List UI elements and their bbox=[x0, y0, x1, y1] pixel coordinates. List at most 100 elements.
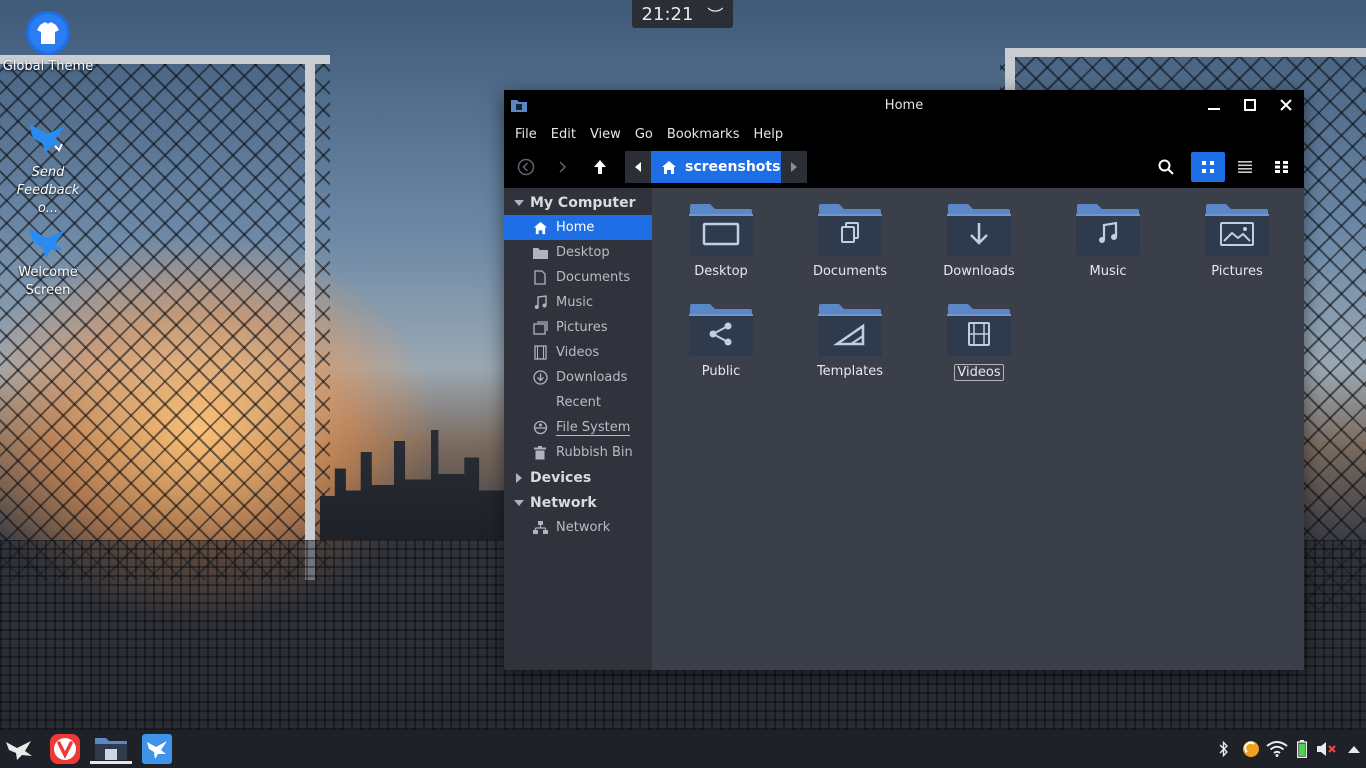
window-titlebar[interactable]: Home bbox=[504, 90, 1304, 120]
desktop-icon-send-feedback[interactable]: Send Feedback o... bbox=[0, 116, 96, 218]
sidebar-item-label: Desktop bbox=[556, 245, 610, 260]
breadcrumb-current[interactable]: screenshots bbox=[651, 151, 781, 183]
feedback-launcher[interactable] bbox=[140, 734, 174, 764]
close-button[interactable] bbox=[1268, 90, 1304, 120]
sidebar-item-music[interactable]: Music bbox=[504, 290, 652, 315]
sidebar-item-label: Downloads bbox=[556, 370, 628, 385]
wallpaper-skyline bbox=[320, 430, 505, 540]
sidebar-item-pictures[interactable]: Pictures bbox=[504, 315, 652, 340]
sidebar-item-network[interactable]: Network bbox=[504, 515, 652, 540]
sidebar-item-recent[interactable]: Recent bbox=[504, 390, 652, 415]
share-icon bbox=[689, 304, 753, 356]
menu-bookmarks[interactable]: Bookmarks bbox=[660, 127, 747, 142]
feedback-icon bbox=[142, 734, 172, 764]
folder-label: Videos bbox=[954, 364, 1004, 381]
home-icon bbox=[533, 221, 547, 234]
sidebar-item-desktop[interactable]: Desktop bbox=[504, 240, 652, 265]
monitor-icon bbox=[689, 204, 753, 256]
sidebar: My Computer Home Desktop Documents Music… bbox=[504, 188, 652, 670]
folder-public[interactable]: Public bbox=[666, 302, 776, 379]
folder-templates[interactable]: Templates bbox=[795, 302, 905, 379]
list-view-button[interactable] bbox=[1228, 152, 1262, 182]
bluetooth-tray[interactable] bbox=[1215, 738, 1233, 760]
file-manager-task[interactable] bbox=[90, 734, 132, 764]
search-icon bbox=[1158, 159, 1174, 175]
file-view[interactable]: Desktop Documents Downloads Music Pictur… bbox=[652, 188, 1304, 670]
sidebar-section-devices[interactable]: Devices bbox=[504, 465, 652, 490]
folder-icon bbox=[511, 100, 527, 112]
update-icon bbox=[1243, 741, 1259, 757]
minimize-button[interactable] bbox=[1196, 90, 1232, 120]
menu-edit[interactable]: Edit bbox=[544, 127, 583, 142]
sidebar-item-label: Home bbox=[556, 220, 595, 235]
expanded-triangle-icon bbox=[514, 499, 524, 506]
sidebar-item-file-system[interactable]: File System bbox=[504, 415, 652, 440]
arrow-up-icon bbox=[594, 160, 606, 174]
desktop-icon-label: Send Feedback o... bbox=[16, 165, 80, 216]
sidebar-item-videos[interactable]: Videos bbox=[504, 340, 652, 365]
wallpaper-goal-post bbox=[305, 60, 315, 580]
network-icon bbox=[532, 520, 548, 534]
film-icon bbox=[947, 304, 1011, 356]
wifi-icon bbox=[1266, 741, 1288, 757]
search-button[interactable] bbox=[1149, 152, 1183, 182]
sidebar-section-my-computer[interactable]: My Computer bbox=[504, 190, 652, 215]
folder-label: Public bbox=[701, 364, 741, 379]
volume-tray[interactable] bbox=[1315, 738, 1337, 760]
sidebar-item-downloads[interactable]: Downloads bbox=[504, 365, 652, 390]
sidebar-section-title: Network bbox=[530, 494, 597, 511]
sidebar-item-rubbish-bin[interactable]: Rubbish Bin bbox=[504, 440, 652, 465]
folder-label: Music bbox=[1089, 264, 1127, 279]
sidebar-item-label: Music bbox=[556, 295, 593, 310]
folder-music[interactable]: Music bbox=[1053, 202, 1163, 279]
chevron-down-icon[interactable]: ︶ bbox=[707, 2, 723, 26]
breadcrumb-right-button[interactable] bbox=[781, 151, 807, 183]
menu-file[interactable]: File bbox=[508, 127, 544, 142]
document-icon bbox=[534, 270, 546, 285]
music-icon bbox=[1076, 204, 1140, 256]
sidebar-item-label: Network bbox=[556, 520, 611, 535]
desktop-icon-label: Welcome Screen bbox=[18, 265, 78, 298]
back-icon bbox=[517, 158, 535, 176]
maximize-button[interactable] bbox=[1232, 90, 1268, 120]
back-button[interactable] bbox=[514, 151, 538, 183]
menu-go[interactable]: Go bbox=[628, 127, 660, 142]
sidebar-item-documents[interactable]: Documents bbox=[504, 265, 652, 290]
icon-view-button[interactable] bbox=[1191, 152, 1225, 182]
folder-icon bbox=[532, 247, 548, 259]
compact-view-button[interactable] bbox=[1265, 152, 1299, 182]
desktop-icon-global-theme[interactable]: Global Theme bbox=[0, 10, 96, 76]
sidebar-item-label: Rubbish Bin bbox=[556, 445, 633, 460]
up-button[interactable] bbox=[588, 151, 612, 183]
folder-downloads[interactable]: Downloads bbox=[924, 202, 1034, 279]
battery-tray[interactable] bbox=[1295, 738, 1309, 760]
sidebar-item-label: Videos bbox=[556, 345, 600, 360]
menu-help[interactable]: Help bbox=[746, 127, 790, 142]
folder-desktop[interactable]: Desktop bbox=[666, 202, 776, 279]
tray-expand-button[interactable] bbox=[1344, 738, 1364, 760]
window-title: Home bbox=[884, 97, 924, 113]
image-icon bbox=[1205, 204, 1269, 256]
vivaldi-launcher[interactable] bbox=[48, 734, 82, 764]
app-menu-button[interactable] bbox=[2, 734, 36, 764]
folder-label: Templates bbox=[816, 364, 884, 379]
sidebar-item-home[interactable]: Home bbox=[504, 215, 652, 240]
folder-documents[interactable]: Documents bbox=[795, 202, 905, 279]
volume-muted-icon bbox=[1317, 742, 1336, 756]
close-icon bbox=[1280, 99, 1292, 111]
triangle-left-icon bbox=[635, 162, 641, 172]
forward-button[interactable] bbox=[552, 151, 572, 183]
desktop-icon-welcome-screen[interactable]: Welcome Screen bbox=[0, 222, 96, 300]
wifi-tray[interactable] bbox=[1265, 738, 1289, 760]
sidebar-section-network[interactable]: Network bbox=[504, 490, 652, 515]
breadcrumb-left-button[interactable] bbox=[625, 151, 651, 183]
desktop-icon-label: Global Theme bbox=[2, 59, 94, 74]
folder-pictures[interactable]: Pictures bbox=[1182, 202, 1292, 279]
menu-view[interactable]: View bbox=[583, 127, 628, 142]
top-clock[interactable]: 21:21 ︶ bbox=[632, 0, 733, 28]
collapsed-triangle-icon bbox=[516, 472, 522, 483]
trash-icon bbox=[534, 445, 546, 459]
updates-tray[interactable] bbox=[1240, 738, 1262, 760]
folder-videos[interactable]: Videos bbox=[924, 302, 1034, 381]
sidebar-section-title: My Computer bbox=[530, 194, 636, 211]
